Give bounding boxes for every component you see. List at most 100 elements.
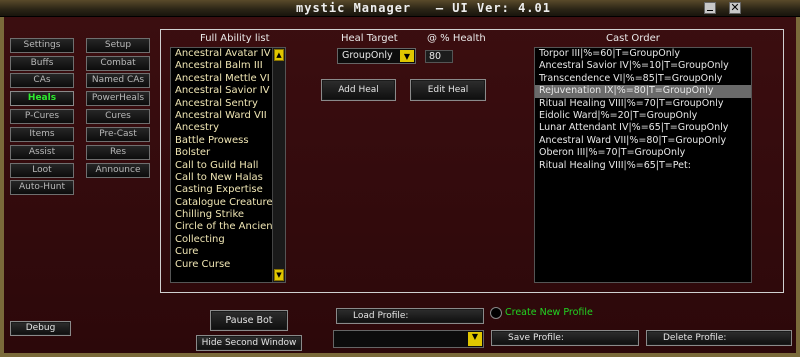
cast-order-item[interactable]: Ritual Healing VIII|%=65|T=Pet: <box>535 160 751 172</box>
tab-label: Combat <box>100 58 136 68</box>
cast-order-header: Cast Order <box>606 33 660 44</box>
tab-res[interactable]: Res <box>86 145 150 160</box>
ability-list-item[interactable]: Circle of the Ancient <box>171 221 285 233</box>
cast-order-list[interactable]: Torpor III|%=60|T=GroupOnly Ancestral Sav… <box>534 47 752 283</box>
heal-target-value: GroupOnly <box>342 50 393 61</box>
chevron-down-icon[interactable]: ▼ <box>400 50 414 62</box>
title-bar[interactable]: mystic Manager — UI Ver: 4.01 ✕ <box>0 0 800 17</box>
hide-second-window-button[interactable]: Hide Second Window <box>196 335 302 351</box>
health-percent-input[interactable]: 80 <box>425 50 453 63</box>
ability-list-item[interactable]: Cure <box>171 246 285 258</box>
tab-settings[interactable]: Settings <box>10 38 74 53</box>
load-profile-label: Load Profile: <box>353 311 409 321</box>
profile-select[interactable]: ▼ <box>333 330 484 348</box>
create-new-profile-label: Create New Profile <box>505 307 593 318</box>
tab-label: CAs <box>33 75 51 85</box>
ability-list-item[interactable]: Catalogue Creature <box>171 197 285 209</box>
cast-items: Torpor III|%=60|T=GroupOnly Ancestral Sav… <box>535 48 751 172</box>
hide-second-window-label: Hide Second Window <box>201 338 297 348</box>
save-profile-button[interactable]: Save Profile: <box>491 330 639 346</box>
cast-order-item[interactable]: Ancestral Ward VII|%=80|T=GroupOnly <box>535 135 751 147</box>
debug-button[interactable]: Debug <box>10 321 71 336</box>
cast-order-item[interactable]: Transcendence VI|%=85|T=GroupOnly <box>535 73 751 85</box>
ability-list-item[interactable]: Battle Prowess <box>171 135 285 147</box>
scroll-down-icon[interactable]: ▼ <box>274 269 284 281</box>
add-heal-button[interactable]: Add Heal <box>321 79 396 101</box>
tab-cures[interactable]: Cures <box>86 109 150 124</box>
cast-order-item[interactable]: Oberon III|%=70|T=GroupOnly <box>535 147 751 159</box>
tab-items[interactable]: Items <box>10 127 74 142</box>
ability-list-item[interactable]: Ancestral Savior IV <box>171 85 285 97</box>
edit-heal-button[interactable]: Edit Heal <box>410 79 486 101</box>
tab-p-cures[interactable]: P-Cures <box>10 109 74 124</box>
cast-order-item[interactable]: Ancestral Savior IV|%=10|T=GroupOnly <box>535 60 751 72</box>
cast-order-item[interactable]: Lunar Attendant IV|%=65|T=GroupOnly <box>535 122 751 134</box>
tab-label: Auto-Hunt <box>18 182 65 192</box>
tab-label: Loot <box>32 165 52 175</box>
debug-label: Debug <box>25 323 56 333</box>
ability-list-item[interactable]: Cure Curse <box>171 259 285 271</box>
tab-label: Settings <box>23 40 61 50</box>
scroll-up-icon[interactable]: ▲ <box>274 49 284 61</box>
tab-label: PowerHeals <box>91 93 145 103</box>
tab-label: Heals <box>27 93 57 103</box>
ability-list-item[interactable]: Ancestral Avatar IV <box>171 48 285 60</box>
ability-scrollbar[interactable]: ▲ ▼ <box>272 48 285 282</box>
heal-target-select[interactable]: GroupOnly ▼ <box>337 48 416 64</box>
ability-list-item[interactable]: Call to Guild Hall <box>171 160 285 172</box>
chevron-down-icon[interactable]: ▼ <box>468 332 482 346</box>
ability-list-item[interactable]: Ancestral Ward VII <box>171 110 285 122</box>
tab-label: Res <box>109 147 127 157</box>
tab-named-cas[interactable]: Named CAs <box>86 73 150 88</box>
tab-label: Cures <box>105 111 131 121</box>
window-title: mystic Manager — UI Ver: 4.01 <box>296 1 551 15</box>
edit-heal-label: Edit Heal <box>427 85 469 95</box>
ability-list-item[interactable]: Bolster <box>171 147 285 159</box>
tab-cas[interactable]: CAs <box>10 73 74 88</box>
ability-list-item[interactable]: Ancestral Mettle VI <box>171 73 285 85</box>
cast-order-item[interactable]: Rejuvenation IX|%=80|T=GroupOnly <box>535 85 751 98</box>
save-profile-label: Save Profile: <box>508 333 564 343</box>
tab-buffs[interactable]: Buffs <box>10 56 74 71</box>
ability-items: Ancestral Avatar IV Ancestral Balm III Anc… <box>171 48 285 271</box>
pause-bot-button[interactable]: Pause Bot <box>210 310 288 331</box>
delete-profile-button[interactable]: Delete Profile: <box>646 330 792 346</box>
manager-window: mystic Manager — UI Ver: 4.01 ✕ Settings… <box>0 0 800 357</box>
cast-order-item[interactable]: Eidolic Ward|%=20|T=GroupOnly <box>535 110 751 122</box>
minimize-icon <box>707 10 713 11</box>
close-icon: ✕ <box>730 1 740 14</box>
tab-powerheals[interactable]: PowerHeals <box>86 91 150 106</box>
cast-order-item[interactable]: Torpor III|%=60|T=GroupOnly <box>535 48 751 60</box>
ability-list-item[interactable]: Casting Expertise <box>171 184 285 196</box>
tab-pre-cast[interactable]: Pre-Cast <box>86 127 150 142</box>
tab-label: Pre-Cast <box>99 129 137 139</box>
ability-list-item[interactable]: Chilling Strike <box>171 209 285 221</box>
cast-order-item[interactable]: Ritual Healing VIII|%=70|T=GroupOnly <box>535 98 751 110</box>
tab-label: Announce <box>95 165 141 175</box>
tab-heals[interactable]: Heals <box>10 91 74 106</box>
tab-auto-hunt[interactable]: Auto-Hunt <box>10 180 74 195</box>
create-new-profile-radio[interactable] <box>490 307 502 319</box>
tab-loot[interactable]: Loot <box>10 163 74 178</box>
tab-label: Items <box>29 129 55 139</box>
tab-announce[interactable]: Announce <box>86 163 150 178</box>
load-profile-button[interactable]: Load Profile: <box>336 308 484 324</box>
ability-list-item[interactable]: Ancestry <box>171 122 285 134</box>
tab-label: P-Cures <box>24 111 60 121</box>
tab-setup[interactable]: Setup <box>86 38 150 53</box>
ability-list-item[interactable]: Ancestral Sentry <box>171 98 285 110</box>
tab-label: Setup <box>104 40 132 50</box>
ability-list-item[interactable]: Ancestral Balm III <box>171 60 285 72</box>
close-button[interactable]: ✕ <box>729 2 741 14</box>
minimize-button[interactable] <box>704 2 716 14</box>
ability-list[interactable]: Ancestral Avatar IV Ancestral Balm III Anc… <box>170 47 286 283</box>
heal-target-header: Heal Target <box>341 33 398 44</box>
tab-label: Assist <box>28 147 56 157</box>
tab-assist[interactable]: Assist <box>10 145 74 160</box>
ability-list-item[interactable]: Call to New Halas <box>171 172 285 184</box>
add-heal-label: Add Heal <box>338 85 379 95</box>
ability-list-item[interactable]: Collecting <box>171 234 285 246</box>
tab-label: Buffs <box>30 58 54 68</box>
tab-combat[interactable]: Combat <box>86 56 150 71</box>
profile-select-value <box>334 333 338 344</box>
